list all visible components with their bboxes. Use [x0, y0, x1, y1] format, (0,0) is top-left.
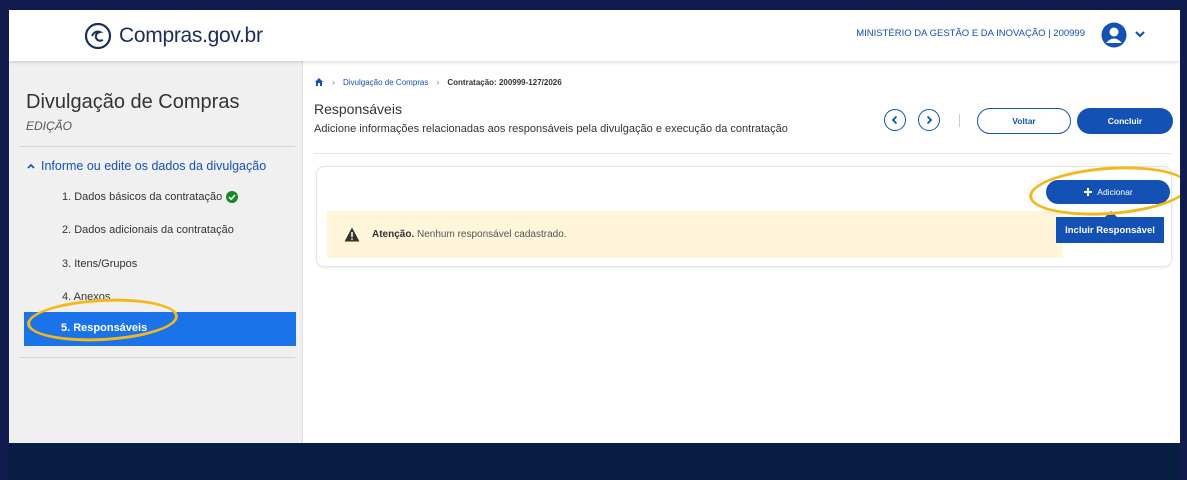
ministry-label[interactable]: MINISTÉRIO DA GESTÃO E DA INOVAÇÃO | 200… [856, 28, 1085, 39]
chevron-right-icon [926, 115, 933, 125]
add-tooltip: Incluir Responsável [1056, 217, 1164, 243]
next-step-button[interactable] [918, 109, 940, 131]
site-logo[interactable]: Compras.gov.br [83, 21, 263, 51]
plus-icon [1084, 188, 1093, 196]
sidebar-divider [19, 357, 295, 358]
alert-strong: Atenção. [372, 229, 415, 240]
chevron-down-icon[interactable] [1133, 27, 1147, 41]
sidebar-item-responsaveis[interactable]: 5. Responsáveis [24, 312, 296, 346]
breadcrumb: › Divulgação de Compras › Contratação: 2… [314, 77, 562, 87]
sidebar-item-dados-basicos[interactable]: 1. Dados básicos da contratação [62, 191, 239, 203]
top-header: Compras.gov.br MINISTÉRIO DA GESTÃO E DA… [9, 10, 1180, 61]
footer-band [9, 443, 1180, 480]
sidebar: Divulgação de Compras EDIÇÃO Informe ou … [9, 61, 303, 443]
chevron-right-icon: › [436, 77, 440, 87]
alert-body: Nenhum responsável cadastrado. [414, 229, 567, 240]
home-icon[interactable] [314, 77, 324, 87]
sidebar-item-dados-adicionais[interactable]: 2. Dados adicionais da contratação [62, 224, 234, 236]
check-circle-icon [226, 191, 239, 203]
chevron-left-icon [891, 115, 898, 125]
back-button[interactable]: Voltar [977, 108, 1071, 134]
add-responsavel-button[interactable]: Adicionar [1046, 180, 1170, 204]
finish-button[interactable]: Concluir [1077, 108, 1173, 134]
warning-alert: Atenção. Nenhum responsável cadastrado. [327, 211, 1063, 258]
sidebar-item-itens-grupos[interactable]: 3. Itens/Grupos [62, 258, 137, 270]
page-title: Responsáveis [314, 101, 402, 117]
breadcrumb-link[interactable]: Divulgação de Compras [343, 78, 428, 87]
sidebar-section-toggle[interactable]: Informe ou edite os dados da divulgação [26, 159, 266, 173]
app-screen: Compras.gov.br MINISTÉRIO DA GESTÃO E DA… [9, 10, 1180, 443]
divider [959, 114, 960, 127]
sidebar-item-label: 5. Responsáveis [61, 322, 148, 334]
logo-text: Compras.gov.br [119, 24, 263, 47]
add-button-label: Adicionar [1097, 187, 1133, 197]
sidebar-divider [19, 146, 295, 147]
user-avatar-icon[interactable] [1101, 22, 1127, 48]
sidebar-section-label: Informe ou edite os dados da divulgação [41, 159, 267, 173]
compras-logo-icon [84, 22, 112, 50]
breadcrumb-current: Contratação: 200999-127/2026 [447, 77, 562, 87]
content-divider [314, 153, 1172, 154]
sidebar-subtitle: EDIÇÃO [26, 119, 73, 133]
chevron-right-icon: › [332, 77, 335, 87]
sidebar-item-label: 2. Dados adicionais da contratação [62, 224, 234, 236]
sidebar-item-label: 4. Anexos [62, 291, 111, 303]
alert-message: Atenção. Nenhum responsável cadastrado. [372, 229, 567, 240]
page-description: Adicione informações relacionadas aos re… [314, 123, 788, 135]
warning-icon [344, 227, 360, 242]
sidebar-title: Divulgação de Compras [26, 91, 240, 113]
sidebar-item-label: 3. Itens/Grupos [62, 258, 138, 270]
sidebar-item-label: 1. Dados básicos da contratação [62, 191, 223, 203]
chevron-up-icon [27, 163, 35, 169]
previous-step-button[interactable] [884, 109, 906, 131]
sidebar-item-anexos[interactable]: 4. Anexos [62, 291, 110, 303]
